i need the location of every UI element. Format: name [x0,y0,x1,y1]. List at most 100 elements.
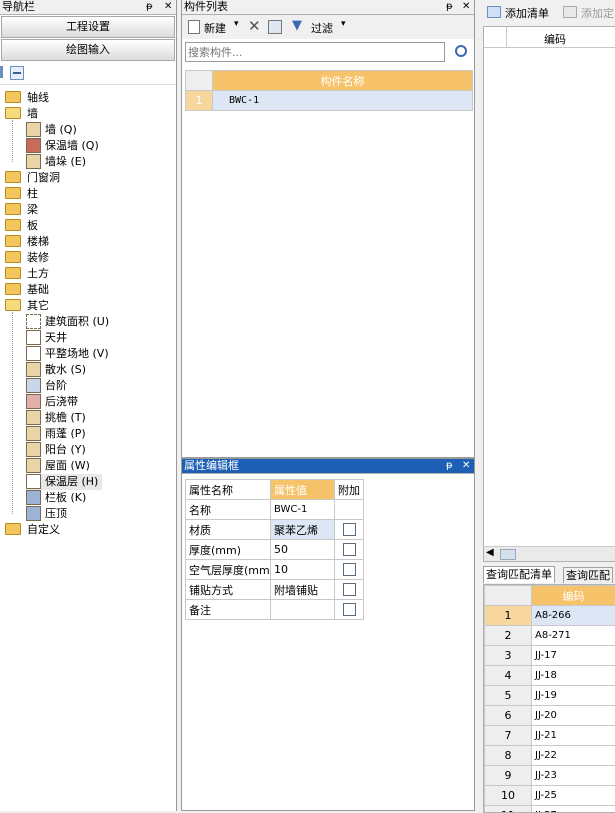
list-panel: 添加清单 添加定 编码 ◀ 查询匹配清单 查询匹配 编码 1A8-2662A8-… [479,0,615,811]
code-cell[interactable]: JJ-21 [532,726,615,746]
add-list-button[interactable]: 添加清单 [505,5,549,21]
table-row[interactable]: 5JJ-19 [485,686,615,706]
code-cell[interactable]: A8-266 [532,606,615,626]
code-cell[interactable]: JJ-25 [532,786,615,806]
tab-query-list[interactable]: 查询匹配清单 [483,566,555,583]
code-cell[interactable]: JJ-17 [532,646,615,666]
scroll-thumb[interactable] [500,549,516,560]
tree-item-other[interactable]: 其它 [5,298,49,314]
row-number: 10 [485,786,532,806]
extra-checkbox[interactable] [343,583,356,596]
table-row[interactable]: 7JJ-21 [485,726,615,746]
tree-item-wall-pier[interactable]: 墙垛 (E) [26,154,86,170]
tree-item-earthwork[interactable]: 土方 [5,266,49,282]
collapse-icon[interactable] [10,66,24,80]
search-input[interactable] [185,42,445,62]
search-icon[interactable] [455,45,467,57]
code-cell[interactable]: JJ-19 [532,686,615,706]
tree-item-canopy[interactable]: 雨蓬 (P) [26,426,86,442]
property-value[interactable]: 50 [271,540,335,560]
pin-icon[interactable]: ᵽ [146,0,153,14]
tree-item-wall-q[interactable]: 墙 (Q) [26,122,77,138]
table-row[interactable]: 8JJ-22 [485,746,615,766]
tree-item-cornice[interactable]: 挑檐 (T) [26,410,86,426]
delete-icon[interactable]: ✕ [248,17,261,35]
drawing-input-button[interactable]: 绘图输入 [1,39,175,61]
component-name-cell[interactable]: BWC-1 [213,91,473,111]
close-icon[interactable]: ✕ [462,459,470,473]
table-row[interactable]: 3JJ-17 [485,646,615,666]
property-value[interactable]: BWC-1 [271,500,335,520]
property-value[interactable]: 聚苯乙烯 [271,520,335,540]
pin-icon[interactable]: ᵽ [446,459,453,473]
property-value[interactable]: 10 [271,560,335,580]
new-button[interactable]: 新建 [204,20,226,36]
tree-item-axis[interactable]: 轴线 [5,90,49,106]
code-cell[interactable]: A8-271 [532,626,615,646]
table-row[interactable]: 11JJ-27 [485,806,615,813]
table-row[interactable]: 2A8-271 [485,626,615,646]
new-dropdown-icon[interactable]: ▾ [234,19,239,29]
row-number: 1 [485,606,532,626]
add-list-icon[interactable] [487,6,501,18]
tree-item-apron[interactable]: 散水 (S) [26,362,86,378]
scroll-left-icon[interactable]: ◀ [486,547,494,558]
table-row[interactable]: 1 BWC-1 [186,91,473,111]
tree-item-steps[interactable]: 台阶 [26,378,67,394]
filter-dropdown-icon[interactable]: ▾ [341,19,346,29]
tree-item-foundation[interactable]: 基础 [5,282,49,298]
tree-item-railing[interactable]: 栏板 (K) [26,490,86,506]
tree-item-custom[interactable]: 自定义 [5,522,60,538]
extra-checkbox[interactable] [343,543,356,556]
tree-item-beam[interactable]: 梁 [5,202,38,218]
code-cell[interactable]: JJ-23 [532,766,615,786]
filter-icon[interactable]: ▼ [292,18,302,33]
row-number: 1 [186,91,213,111]
extra-checkbox[interactable] [343,603,356,616]
list-table-area: 编码 ◀ [483,26,615,562]
table-row[interactable]: 6JJ-20 [485,706,615,726]
tab-query-quota[interactable]: 查询匹配 [563,567,613,583]
add-quota-button[interactable]: 添加定 [581,5,614,21]
code-cell[interactable]: JJ-27 [532,806,615,813]
tree-item-roof[interactable]: 屋面 (W) [26,458,90,474]
tree-item-column[interactable]: 柱 [5,186,38,202]
code-cell[interactable]: JJ-22 [532,746,615,766]
table-row[interactable]: 1A8-266 [485,606,615,626]
table-row[interactable]: 10JJ-25 [485,786,615,806]
tree-item-post-pour[interactable]: 后浇带 [26,394,78,410]
close-icon[interactable]: ✕ [462,0,470,14]
tree-item-wall[interactable]: 墙 [5,106,38,122]
code-cell[interactable]: JJ-20 [532,706,615,726]
new-icon[interactable] [188,20,200,34]
tree-item-doors[interactable]: 门窗洞 [5,170,60,186]
expand-icon[interactable] [0,66,3,78]
add-quota-icon[interactable] [563,6,577,18]
filter-button[interactable]: 过滤 [311,20,333,36]
extra-checkbox[interactable] [343,523,356,536]
horizontal-scrollbar[interactable]: ◀ [484,546,615,561]
tree-item-decoration[interactable]: 装修 [5,250,49,266]
tree-item-courtyard[interactable]: 天井 [26,330,67,346]
tree-item-insulation-wall[interactable]: 保温墙 (Q) [26,138,99,154]
code-cell[interactable]: JJ-18 [532,666,615,686]
tree-item-insulation-layer[interactable]: 保温层 (H) [26,474,102,490]
row-number: 4 [485,666,532,686]
property-extra [335,520,364,540]
tree-item-balcony[interactable]: 阳台 (Y) [26,442,86,458]
table-row[interactable]: 9JJ-23 [485,766,615,786]
tree-item-coping[interactable]: 压顶 [26,506,67,522]
tree-item-slab[interactable]: 板 [5,218,38,234]
property-value-header: 属性值 [271,480,335,500]
table-row[interactable]: 4JJ-18 [485,666,615,686]
tree-item-building-area[interactable]: 建筑面积 (U) [26,314,109,330]
property-value[interactable]: 附墙铺贴 [271,580,335,600]
pin-icon[interactable]: ᵽ [446,0,453,14]
extra-checkbox[interactable] [343,563,356,576]
copy-icon[interactable] [268,20,282,34]
tree-item-leveling[interactable]: 平整场地 (V) [26,346,109,362]
project-settings-button[interactable]: 工程设置 [1,16,175,38]
close-icon[interactable]: ✕ [164,0,172,14]
property-value[interactable] [271,600,335,620]
tree-item-stairs[interactable]: 楼梯 [5,234,49,250]
